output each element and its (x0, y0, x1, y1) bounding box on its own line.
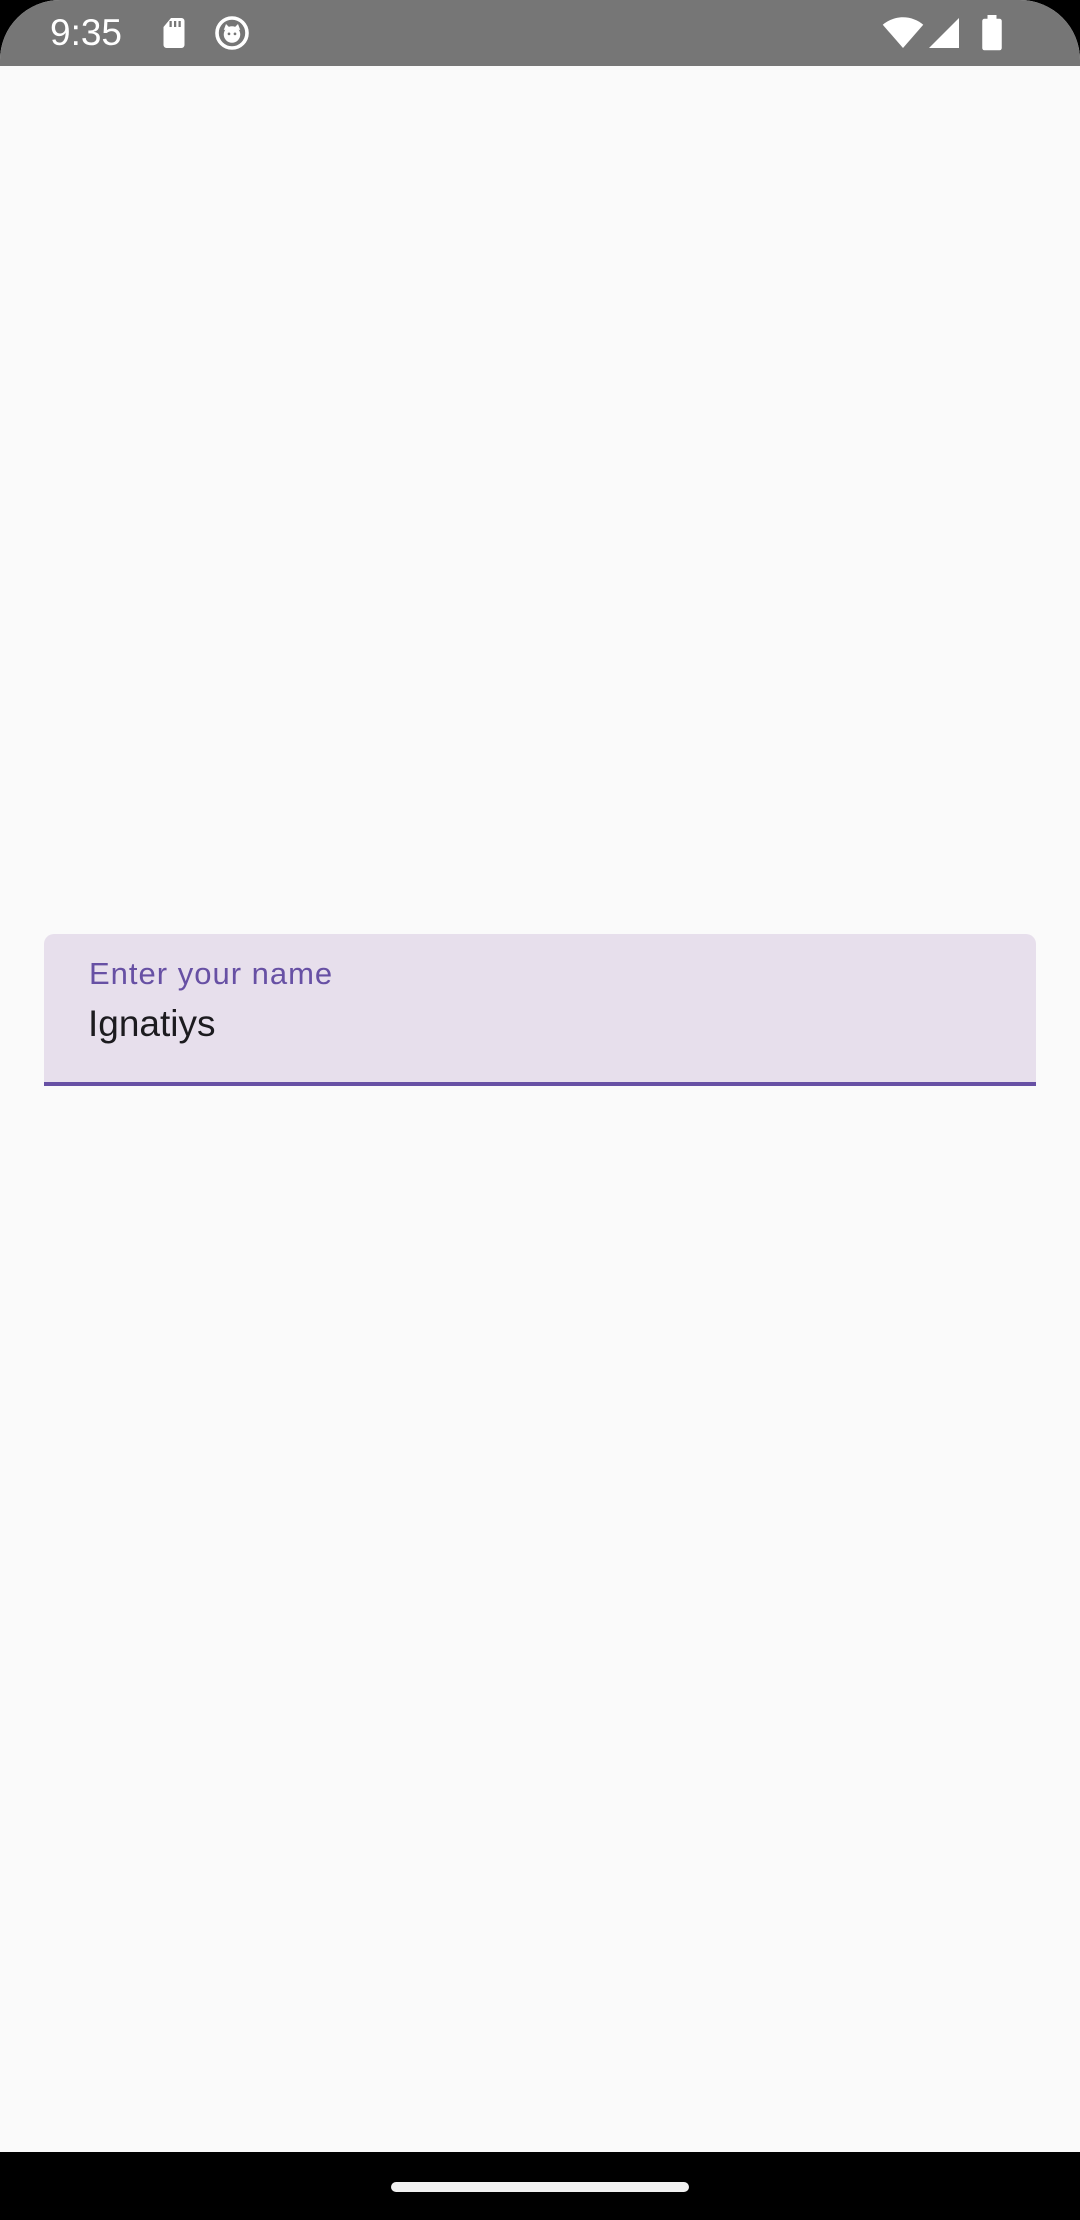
name-field-label: Enter your name (89, 956, 334, 991)
app-notification-icon (215, 16, 249, 50)
cell-signal-icon (929, 18, 959, 48)
app-content (0, 66, 1080, 2152)
status-bar: 9:35 (0, 0, 1080, 66)
screen: 9:35 Enter your name (0, 0, 1080, 2220)
navigation-bar (0, 2152, 1080, 2220)
battery-icon (982, 15, 1002, 51)
home-gesture-handle[interactable] (391, 2182, 689, 2192)
wifi-icon (882, 17, 924, 48)
status-time: 9:35 (50, 12, 123, 53)
name-input[interactable] (88, 1000, 988, 1048)
name-text-field[interactable]: Enter your name (44, 934, 1036, 1086)
sd-card-icon (163, 18, 185, 48)
